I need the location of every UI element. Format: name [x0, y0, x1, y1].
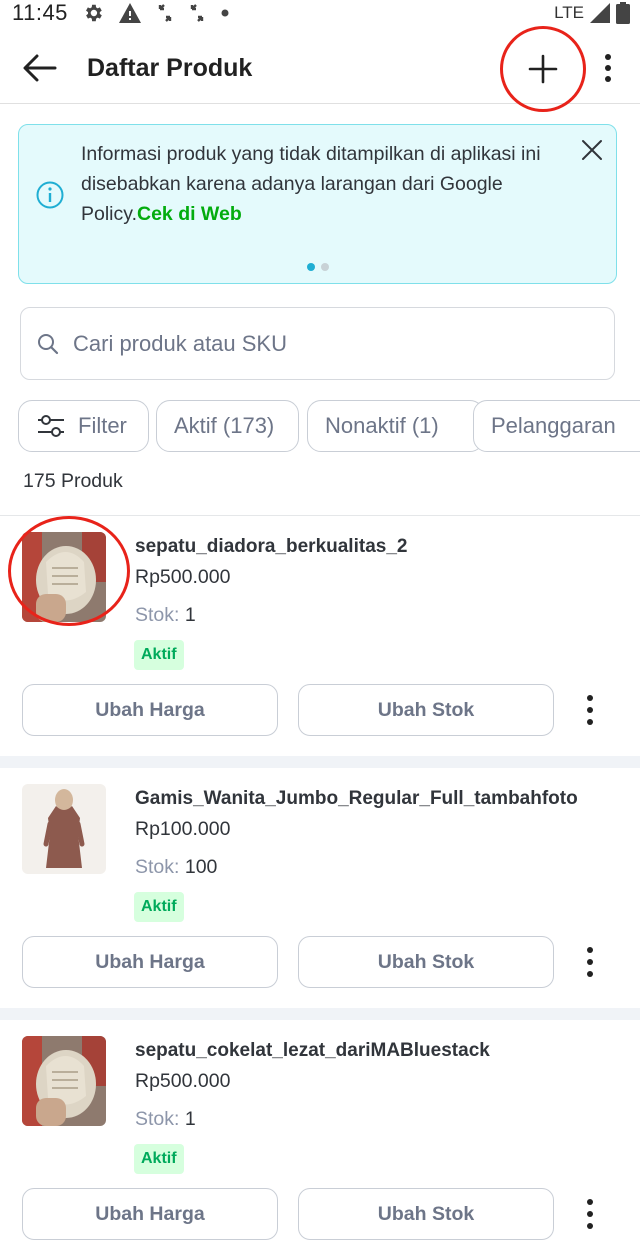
- highlight-ring: [8, 516, 130, 626]
- product-count: 175 Produk: [23, 470, 123, 492]
- edit-stock-button[interactable]: Ubah Stok: [298, 1188, 554, 1240]
- more-vertical-icon: [587, 1199, 593, 1229]
- info-banner: Informasi produk yang tidak ditampilkan …: [18, 124, 617, 284]
- product-stock: Stok: 1: [135, 604, 196, 627]
- signal-icon: [590, 3, 610, 23]
- status-badge: Aktif: [134, 892, 184, 922]
- stock-label: Stok:: [135, 856, 180, 878]
- product-stock: Stok: 1: [135, 1108, 196, 1131]
- product-stock: Stok: 100: [135, 856, 217, 879]
- sync-icon-2: [190, 4, 204, 22]
- dot-icon: [221, 9, 229, 17]
- product-price: Rp500.000: [135, 1070, 231, 1092]
- battery-icon: [616, 2, 630, 24]
- stock-label: Stok:: [135, 604, 180, 626]
- product-more-button[interactable]: [578, 942, 602, 982]
- search-icon: [38, 334, 59, 355]
- app-header: Daftar Produk: [0, 26, 640, 112]
- banner-link[interactable]: Cek di Web: [137, 203, 242, 225]
- filter-chip[interactable]: Filter: [18, 400, 149, 452]
- filter-chip-label: Filter: [78, 413, 127, 438]
- product-more-button[interactable]: [578, 1194, 602, 1234]
- product-price: Rp100.000: [135, 818, 231, 840]
- product-name[interactable]: Gamis_Wanita_Jumbo_Regular_Full_tambahfo…: [135, 788, 578, 810]
- add-product-button[interactable]: [500, 26, 586, 112]
- card-divider: [0, 756, 640, 768]
- status-right: LTE: [554, 0, 630, 26]
- edit-price-button[interactable]: Ubah Harga: [22, 1188, 278, 1240]
- product-name[interactable]: sepatu_diadora_berkualitas_2: [135, 536, 407, 558]
- status-bar: 11:45 LTE: [0, 0, 640, 26]
- close-icon: [582, 140, 602, 160]
- stock-value: 1: [184, 604, 196, 626]
- page-title: Daftar Produk: [87, 54, 253, 82]
- pagination-dot[interactable]: [321, 263, 329, 271]
- chip-nonaktif[interactable]: Nonaktif (1): [307, 400, 484, 452]
- product-thumbnail[interactable]: [22, 784, 106, 874]
- product-more-button[interactable]: [578, 690, 602, 730]
- info-icon: [36, 181, 64, 209]
- more-vertical-icon: [605, 54, 611, 82]
- card-divider: [0, 1008, 640, 1020]
- product-thumbnail[interactable]: [22, 1036, 106, 1126]
- dress-photo-icon: [22, 784, 106, 874]
- status-time: 11:45: [12, 0, 68, 25]
- pagination-dot-active[interactable]: [307, 263, 315, 271]
- product-name[interactable]: sepatu_cokelat_lezat_dariMABluestack: [135, 1040, 490, 1062]
- edit-stock-button[interactable]: Ubah Stok: [298, 684, 554, 736]
- product-card[interactable]: sepatu_diadora_berkualitas_2 Rp500.000 S…: [0, 516, 640, 756]
- product-card[interactable]: sepatu_cokelat_lezat_dariMABluestack Rp5…: [0, 1020, 640, 1240]
- arrow-left-icon: [23, 54, 57, 82]
- edit-price-button[interactable]: Ubah Harga: [22, 936, 278, 988]
- shoe-photo-icon: [22, 1036, 106, 1126]
- settings-gear-icon: [85, 4, 102, 22]
- search-bar[interactable]: [20, 307, 615, 380]
- product-card[interactable]: Gamis_Wanita_Jumbo_Regular_Full_tambahfo…: [0, 768, 640, 1008]
- more-vertical-icon: [587, 947, 593, 977]
- banner-close-button[interactable]: [579, 137, 605, 163]
- stock-label: Stok:: [135, 1108, 180, 1130]
- search-input[interactable]: [73, 322, 593, 366]
- status-badge: Aktif: [134, 1144, 184, 1174]
- plus-icon: [528, 54, 558, 84]
- chip-pelanggaran[interactable]: Pelanggaran: [473, 400, 640, 452]
- warning-icon: [118, 3, 141, 23]
- sliders-icon: [38, 415, 64, 437]
- banner-pagination: [307, 263, 329, 271]
- sync-icon: [158, 4, 172, 22]
- status-badge: Aktif: [134, 640, 184, 670]
- stock-value: 1: [184, 1108, 196, 1130]
- header-more-button[interactable]: [596, 48, 620, 88]
- stock-value: 100: [184, 856, 218, 878]
- more-vertical-icon: [587, 695, 593, 725]
- filter-chips: Filter Aktif (173) Nonaktif (1) Pelangga…: [18, 400, 640, 454]
- edit-stock-button[interactable]: Ubah Stok: [298, 936, 554, 988]
- chip-aktif[interactable]: Aktif (173): [156, 400, 299, 452]
- status-notification-icons: [82, 2, 230, 24]
- edit-price-button[interactable]: Ubah Harga: [22, 684, 278, 736]
- product-price: Rp500.000: [135, 566, 231, 588]
- network-label: LTE: [554, 3, 584, 22]
- banner-text: Informasi produk yang tidak ditampilkan …: [81, 139, 551, 229]
- back-button[interactable]: [20, 50, 60, 86]
